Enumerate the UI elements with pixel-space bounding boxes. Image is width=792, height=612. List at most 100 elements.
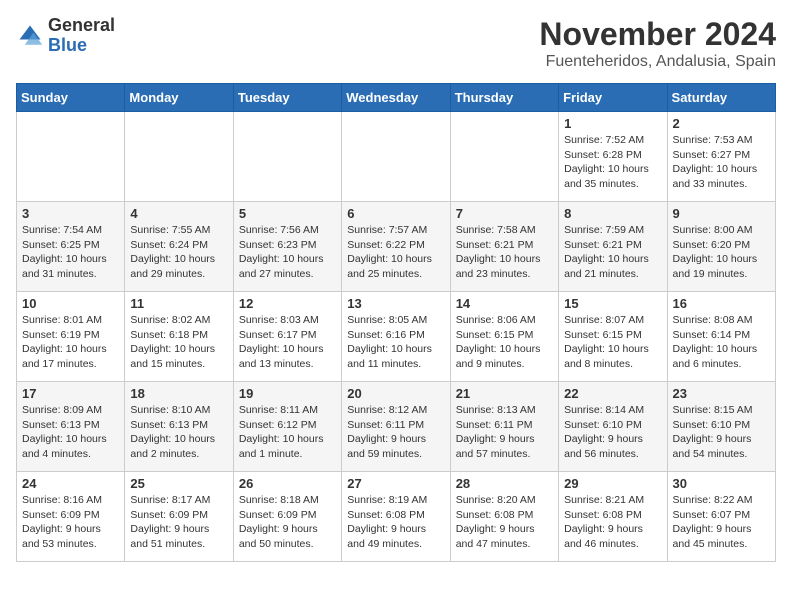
- day-info: Sunrise: 8:13 AM Sunset: 6:11 PM Dayligh…: [456, 403, 553, 462]
- day-number: 17: [22, 386, 119, 401]
- day-number: 18: [130, 386, 227, 401]
- header: General Blue November 2024 Fuenteheridos…: [16, 16, 776, 71]
- calendar-cell: 9Sunrise: 8:00 AM Sunset: 6:20 PM Daylig…: [667, 202, 775, 292]
- calendar-cell: 7Sunrise: 7:58 AM Sunset: 6:21 PM Daylig…: [450, 202, 558, 292]
- logo-blue-text: Blue: [48, 35, 87, 55]
- day-info: Sunrise: 8:05 AM Sunset: 6:16 PM Dayligh…: [347, 313, 444, 372]
- day-number: 10: [22, 296, 119, 311]
- day-number: 11: [130, 296, 227, 311]
- calendar-cell: 20 Sunrise: 8:12 AM Sunset: 6:11 PM Dayli…: [342, 382, 450, 472]
- day-number: 15: [564, 296, 661, 311]
- calendar-cell: 29 Sunrise: 8:21 AM Sunset: 6:08 PM Dayli…: [559, 472, 667, 562]
- day-info: Sunrise: 8:14 AM Sunset: 6:10 PM Dayligh…: [564, 403, 661, 462]
- day-number: 1: [564, 116, 661, 131]
- day-number: 4: [130, 206, 227, 221]
- calendar-cell: 2 Sunrise: 7:53 AM Sunset: 6:27 PM Daylig…: [667, 112, 775, 202]
- calendar-cell: 8 Sunrise: 7:59 AM Sunset: 6:21 PM Daylig…: [559, 202, 667, 292]
- calendar-cell: 11 Sunrise: 8:02 AM Sunset: 6:18 PM Dayli…: [125, 292, 233, 382]
- month-title: November 2024: [539, 16, 776, 53]
- day-info: Sunrise: 8:06 AM Sunset: 6:15 PM Dayligh…: [456, 313, 553, 372]
- calendar-cell: 17 Sunrise: 8:09 AM Sunset: 6:13 PM Dayli…: [17, 382, 125, 472]
- calendar-cell: 23 Sunrise: 8:15 AM Sunset: 6:10 PM Dayli…: [667, 382, 775, 472]
- day-number: 2: [673, 116, 770, 131]
- day-number: 16: [673, 296, 770, 311]
- calendar-week-row: 17 Sunrise: 8:09 AM Sunset: 6:13 PM Dayli…: [17, 382, 776, 472]
- location-title: Fuenteheridos, Andalusia, Spain: [539, 53, 776, 71]
- calendar-cell: 1Sunrise: 7:52 AM Sunset: 6:28 PM Daylig…: [559, 112, 667, 202]
- day-number: 28: [456, 476, 553, 491]
- day-info: Sunrise: 8:03 AM Sunset: 6:17 PM Dayligh…: [239, 313, 336, 372]
- calendar-cell: 10 Sunrise: 8:01 AM Sunset: 6:19 PM Dayli…: [17, 292, 125, 382]
- day-info: Sunrise: 8:11 AM Sunset: 6:12 PM Dayligh…: [239, 403, 336, 462]
- day-info: Sunrise: 8:21 AM Sunset: 6:08 PM Dayligh…: [564, 493, 661, 552]
- day-info: Sunrise: 8:01 AM Sunset: 6:19 PM Dayligh…: [22, 313, 119, 372]
- day-number: 20: [347, 386, 444, 401]
- day-header-sunday: Sunday: [17, 84, 125, 112]
- day-number: 14: [456, 296, 553, 311]
- calendar-cell: [125, 112, 233, 202]
- day-number: 3: [22, 206, 119, 221]
- calendar-header-row: SundayMondayTuesdayWednesdayThursdayFrid…: [17, 84, 776, 112]
- day-info: Sunrise: 7:59 AM Sunset: 6:21 PM Dayligh…: [564, 223, 661, 282]
- day-info: Sunrise: 8:17 AM Sunset: 6:09 PM Dayligh…: [130, 493, 227, 552]
- calendar-cell: 30 Sunrise: 8:22 AM Sunset: 6:07 PM Dayli…: [667, 472, 775, 562]
- day-info: Sunrise: 8:15 AM Sunset: 6:10 PM Dayligh…: [673, 403, 770, 462]
- day-header-thursday: Thursday: [450, 84, 558, 112]
- day-number: 21: [456, 386, 553, 401]
- day-info: Sunrise: 7:53 AM Sunset: 6:27 PM Dayligh…: [673, 133, 770, 192]
- calendar-cell: 22Sunrise: 8:14 AM Sunset: 6:10 PM Dayli…: [559, 382, 667, 472]
- day-header-wednesday: Wednesday: [342, 84, 450, 112]
- day-number: 19: [239, 386, 336, 401]
- calendar-cell: 27 Sunrise: 8:19 AM Sunset: 6:08 PM Dayli…: [342, 472, 450, 562]
- day-number: 25: [130, 476, 227, 491]
- calendar-week-row: 24Sunrise: 8:16 AM Sunset: 6:09 PM Dayli…: [17, 472, 776, 562]
- calendar-cell: [17, 112, 125, 202]
- calendar-cell: 24Sunrise: 8:16 AM Sunset: 6:09 PM Dayli…: [17, 472, 125, 562]
- day-info: Sunrise: 8:19 AM Sunset: 6:08 PM Dayligh…: [347, 493, 444, 552]
- day-header-monday: Monday: [125, 84, 233, 112]
- day-number: 13: [347, 296, 444, 311]
- calendar-cell: 13 Sunrise: 8:05 AM Sunset: 6:16 PM Dayli…: [342, 292, 450, 382]
- title-area: November 2024 Fuenteheridos, Andalusia, …: [539, 16, 776, 71]
- day-number: 24: [22, 476, 119, 491]
- day-info: Sunrise: 8:02 AM Sunset: 6:18 PM Dayligh…: [130, 313, 227, 372]
- day-header-tuesday: Tuesday: [233, 84, 341, 112]
- calendar-cell: 28 Sunrise: 8:20 AM Sunset: 6:08 PM Dayli…: [450, 472, 558, 562]
- calendar-cell: 12Sunrise: 8:03 AM Sunset: 6:17 PM Dayli…: [233, 292, 341, 382]
- calendar-cell: 6Sunrise: 7:57 AM Sunset: 6:22 PM Daylig…: [342, 202, 450, 292]
- day-number: 7: [456, 206, 553, 221]
- calendar-cell: 5Sunrise: 7:56 AM Sunset: 6:23 PM Daylig…: [233, 202, 341, 292]
- calendar-cell: 21 Sunrise: 8:13 AM Sunset: 6:11 PM Dayli…: [450, 382, 558, 472]
- logo-general-text: General: [48, 15, 115, 35]
- day-info: Sunrise: 7:54 AM Sunset: 6:25 PM Dayligh…: [22, 223, 119, 282]
- day-info: Sunrise: 8:09 AM Sunset: 6:13 PM Dayligh…: [22, 403, 119, 462]
- calendar-cell: 14 Sunrise: 8:06 AM Sunset: 6:15 PM Dayli…: [450, 292, 558, 382]
- calendar-cell: 19 Sunrise: 8:11 AM Sunset: 6:12 PM Dayli…: [233, 382, 341, 472]
- calendar-cell: [342, 112, 450, 202]
- calendar-cell: 25 Sunrise: 8:17 AM Sunset: 6:09 PM Dayli…: [125, 472, 233, 562]
- day-info: Sunrise: 8:10 AM Sunset: 6:13 PM Dayligh…: [130, 403, 227, 462]
- day-info: Sunrise: 8:00 AM Sunset: 6:20 PM Dayligh…: [673, 223, 770, 282]
- day-number: 8: [564, 206, 661, 221]
- logo-icon: [16, 22, 44, 50]
- day-number: 23: [673, 386, 770, 401]
- day-number: 5: [239, 206, 336, 221]
- day-number: 30: [673, 476, 770, 491]
- calendar-week-row: 1Sunrise: 7:52 AM Sunset: 6:28 PM Daylig…: [17, 112, 776, 202]
- day-number: 29: [564, 476, 661, 491]
- day-info: Sunrise: 8:12 AM Sunset: 6:11 PM Dayligh…: [347, 403, 444, 462]
- logo: General Blue: [16, 16, 115, 56]
- day-header-saturday: Saturday: [667, 84, 775, 112]
- day-number: 6: [347, 206, 444, 221]
- calendar-cell: 15 Sunrise: 8:07 AM Sunset: 6:15 PM Dayli…: [559, 292, 667, 382]
- calendar-table: SundayMondayTuesdayWednesdayThursdayFrid…: [16, 83, 776, 562]
- day-info: Sunrise: 8:22 AM Sunset: 6:07 PM Dayligh…: [673, 493, 770, 552]
- day-info: Sunrise: 8:08 AM Sunset: 6:14 PM Dayligh…: [673, 313, 770, 372]
- calendar-cell: 16 Sunrise: 8:08 AM Sunset: 6:14 PM Dayli…: [667, 292, 775, 382]
- calendar-cell: 3 Sunrise: 7:54 AM Sunset: 6:25 PM Daylig…: [17, 202, 125, 292]
- day-number: 27: [347, 476, 444, 491]
- day-info: Sunrise: 8:07 AM Sunset: 6:15 PM Dayligh…: [564, 313, 661, 372]
- day-info: Sunrise: 8:20 AM Sunset: 6:08 PM Dayligh…: [456, 493, 553, 552]
- calendar-week-row: 3 Sunrise: 7:54 AM Sunset: 6:25 PM Daylig…: [17, 202, 776, 292]
- calendar-cell: [233, 112, 341, 202]
